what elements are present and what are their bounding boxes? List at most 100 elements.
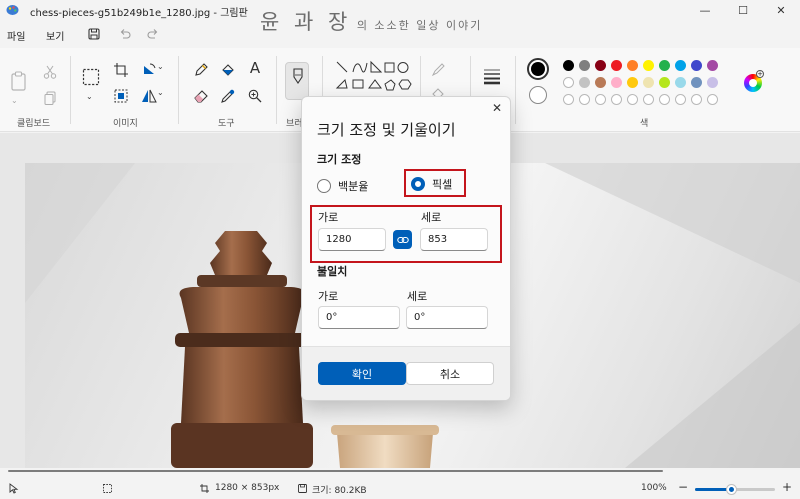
ok-button[interactable]: 확인 [318,362,406,385]
menu-file[interactable]: 파일 [7,28,25,43]
select-dropdown-chevron-icon[interactable]: ⌄ [86,92,102,108]
canvas-size-icon [199,483,210,494]
width-input[interactable]: 1280 [318,228,386,251]
color-swatch[interactable] [707,60,718,71]
color-swatch[interactable] [675,60,686,71]
close-icon: ✕ [776,3,786,17]
custom-color-slot[interactable] [627,94,638,105]
skew-horizontal-input[interactable]: 0° [318,306,400,329]
color-swatch[interactable] [563,77,574,88]
magnifier-icon[interactable] [247,88,263,104]
line-size-icon[interactable] [482,66,502,86]
pixel-radio-label: 픽셀 [432,178,453,191]
color-swatch[interactable] [659,60,670,71]
brushes-button[interactable] [285,62,309,100]
color-swatch[interactable] [659,77,670,88]
percentage-radio-circle[interactable] [317,179,331,193]
minimize-icon: — [699,3,711,17]
color-swatch[interactable] [707,77,718,88]
primary-color-swatch [531,62,545,76]
color-swatch[interactable] [579,60,590,71]
group-label-colors: 색 [640,119,649,129]
zoom-slider[interactable] [695,485,775,494]
color-swatch[interactable] [579,77,590,88]
paste-icon[interactable] [10,70,28,92]
custom-color-slot[interactable] [691,94,702,105]
dialog-close-icon[interactable]: ✕ [492,101,502,115]
color-swatch[interactable] [691,77,702,88]
color-swatch[interactable] [611,60,622,71]
resize-icon[interactable] [113,88,129,104]
color-swatch[interactable] [595,77,606,88]
copy-icon[interactable] [42,90,58,106]
window-title: chess-pieces-g51b249b1e_1280.jpg - 그림판 [30,8,248,19]
add-color-icon[interactable]: + [756,70,764,78]
menu-bar: 파일 보기 [0,24,800,46]
color-picker-icon[interactable] [220,88,236,104]
pixel-radio[interactable]: 픽셀 [411,176,452,192]
select-icon[interactable] [82,68,100,86]
custom-color-slot[interactable] [611,94,622,105]
color-swatch[interactable] [563,60,574,71]
color-swatch[interactable] [691,60,702,71]
paint-app-icon [6,5,19,15]
close-window-button[interactable]: ✕ [762,0,800,20]
maximize-button[interactable]: ☐ [724,0,762,20]
undo-icon[interactable] [118,27,132,41]
percentage-radio[interactable]: 백분율 [317,178,368,194]
zoom-out-icon[interactable]: − [678,480,688,494]
shape-outline-icon[interactable] [430,62,446,78]
pencil-icon[interactable] [193,62,209,78]
color-swatch[interactable] [611,77,622,88]
custom-color-slot[interactable] [595,94,606,105]
rotate-icon[interactable] [141,62,157,78]
custom-color-slot[interactable] [643,94,654,105]
height-input[interactable]: 853 [420,228,488,251]
cut-icon[interactable] [42,64,58,80]
ribbon-divider [276,56,277,124]
canvas-dimensions: 1280 × 853px [215,483,280,493]
maintain-aspect-ratio-toggle[interactable] [393,230,412,249]
cancel-button[interactable]: 취소 [406,362,494,385]
menu-view[interactable]: 보기 [46,28,64,43]
skew-vertical-input[interactable]: 0° [406,306,488,329]
redo-icon[interactable] [146,27,160,41]
skew-section-label: 불일치 [317,265,348,278]
minimize-button[interactable]: — [686,0,724,20]
text-tool-icon[interactable]: A [247,60,263,76]
custom-color-slot[interactable] [579,94,590,105]
width-label: 가로 [318,211,339,224]
horizontal-scrollbar[interactable] [8,470,663,472]
resize-skew-dialog: ✕ 크기 조정 및 기울이기 크기 조정 백분율 픽셀 가로 세로 1280 8… [301,96,511,401]
group-label-image: 이미지 [113,119,138,129]
custom-color-slot[interactable] [563,94,574,105]
zoom-in-icon[interactable]: + [782,480,792,494]
paste-dropdown-chevron-icon[interactable]: ⌄ [11,96,23,105]
zoom-slider-thumb[interactable] [727,485,736,494]
ribbon-divider [70,56,71,124]
group-label-clipboard: 클립보드 [17,119,51,129]
flip-icon[interactable] [141,88,157,104]
color-swatch[interactable] [627,60,638,71]
custom-color-slot[interactable] [675,94,686,105]
crop-icon[interactable] [113,62,129,78]
primary-color-ring[interactable] [527,58,549,80]
save-icon[interactable] [87,27,101,41]
color-swatch[interactable] [675,77,686,88]
rotate-dropdown-chevron-icon[interactable]: ⌄ [157,62,173,78]
custom-color-slot[interactable] [707,94,718,105]
pixel-radio-circle[interactable] [411,177,425,191]
eraser-icon[interactable] [193,88,209,104]
maximize-icon: ☐ [738,3,748,17]
flip-dropdown-chevron-icon[interactable]: ⌄ [157,88,173,104]
dialog-footer: 확인 취소 [302,346,510,400]
color-swatch[interactable] [595,60,606,71]
secondary-color-swatch[interactable] [529,86,547,104]
custom-color-slot[interactable] [659,94,670,105]
color-swatch[interactable] [627,77,638,88]
color-swatch[interactable] [643,77,654,88]
zoom-level: 100% [641,483,667,493]
fill-bucket-icon[interactable] [220,62,236,78]
color-swatch[interactable] [643,60,654,71]
title-bar: chess-pieces-g51b249b1e_1280.jpg - 그림판 윤… [0,0,800,34]
